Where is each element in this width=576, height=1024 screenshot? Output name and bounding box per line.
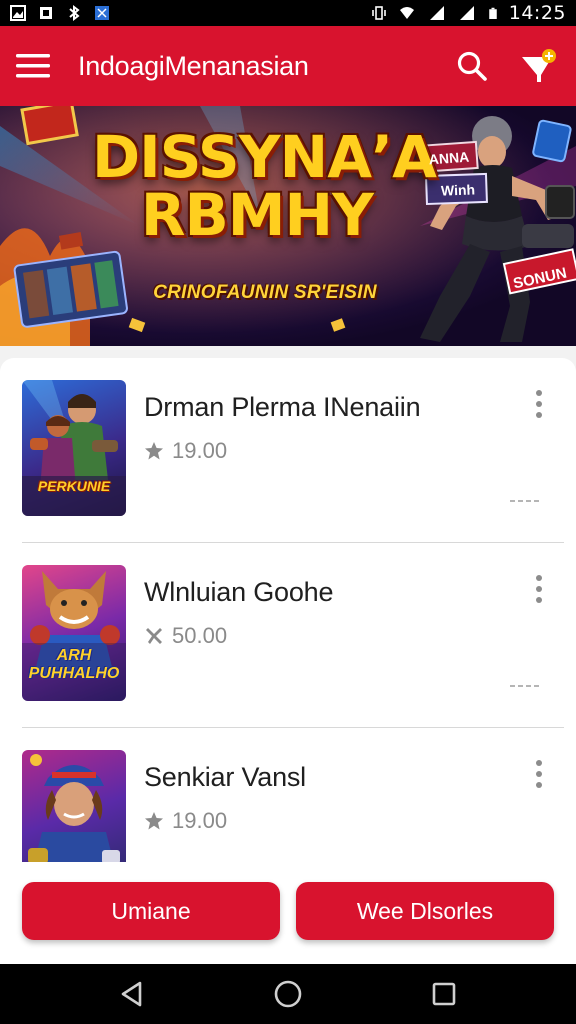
app-screen: 14:25 Indoagi​Menanasian	[0, 0, 576, 1024]
item-rating: 19.00	[144, 808, 227, 834]
app-bar: Indoagi​Menanasian	[0, 26, 576, 106]
navigation-bar	[0, 964, 576, 1024]
cart-icon	[522, 49, 556, 82]
game-thumbnail[interactable]	[22, 750, 126, 880]
back-icon	[121, 981, 142, 1007]
app-title: Indoagi​Menanasian	[78, 50, 309, 81]
thumbnail-label: PERKUNIE	[37, 478, 111, 494]
banner-title-line2: RBMHY	[140, 181, 374, 249]
item-title: Senkiar Vansl	[144, 762, 306, 792]
banner-title-line1: DISSYNAʼA	[92, 123, 437, 191]
game-thumbnail[interactable]: ARH PUHHALHO	[22, 565, 126, 701]
thumbnail-label: ARH PUHHALHO	[28, 647, 120, 682]
faint-dots	[510, 500, 539, 502]
more-dot	[536, 597, 542, 603]
more-dot	[536, 412, 542, 418]
thumbnail-artwork	[28, 754, 120, 880]
item-rating: 50.00	[144, 623, 227, 649]
battery-icon	[488, 7, 497, 19]
bluetooth-icon	[69, 5, 80, 21]
more-dot	[536, 760, 542, 766]
star-icon	[145, 812, 163, 830]
more-dot	[536, 782, 542, 788]
game-thumbnail[interactable]: PERKUNIE	[22, 380, 126, 516]
item-rating: 19.00	[144, 438, 227, 464]
banner-title: DISSYNAʼA RBMHY	[92, 123, 437, 249]
star-icon	[145, 442, 163, 460]
back-button[interactable]	[112, 974, 152, 1014]
rating-value: 50.00	[172, 623, 228, 648]
more-dot	[536, 771, 542, 777]
vibrate-icon	[371, 6, 386, 20]
more-dot	[536, 401, 542, 407]
list-item[interactable]: PERKUNIE Drman Plerma INenaiin 19.00	[0, 358, 576, 542]
thumbnail-artwork	[22, 380, 126, 516]
image-icon	[10, 5, 26, 21]
wifi-icon	[399, 7, 414, 19]
usb-icon	[40, 7, 52, 19]
more-options-button[interactable]	[526, 571, 552, 607]
banner-subtitle: CRINOFAUNIN SR'EISIN	[153, 282, 377, 303]
faint-dots	[510, 685, 539, 687]
recents-button[interactable]	[424, 974, 464, 1014]
home-button[interactable]	[268, 974, 308, 1014]
status-bar: 14:25	[0, 0, 576, 26]
banner-sign-2: Winh	[440, 181, 476, 199]
right-action-button[interactable]: Wee Dlsorles	[296, 882, 554, 940]
search-icon	[457, 51, 487, 81]
more-dot	[536, 390, 542, 396]
recents-icon	[432, 982, 456, 1006]
more-dot	[536, 575, 542, 581]
item-title: Drman Plerma INenaiin	[144, 392, 421, 422]
more-options-button[interactable]	[526, 386, 552, 422]
rating-value: 19.00	[172, 438, 228, 463]
action-bar: Umiane Wee Dlsorles	[0, 862, 576, 970]
tag-icon	[95, 6, 109, 20]
rating-value: 19.00	[172, 808, 228, 833]
more-options-button[interactable]	[526, 756, 552, 792]
menu-button[interactable]	[0, 26, 66, 106]
home-icon	[274, 980, 302, 1008]
signal-icon	[459, 6, 474, 20]
tools-icon	[146, 628, 162, 644]
search-button[interactable]	[448, 42, 496, 90]
signal-icon	[429, 6, 444, 20]
hamburger-icon	[16, 54, 50, 78]
promo-banner[interactable]: DISSYNAʼA RBMHY CRINOFAUNIN SR'EISIN ANN…	[0, 106, 576, 346]
cart-button[interactable]	[512, 40, 566, 94]
left-action-button[interactable]: Umiane	[22, 882, 280, 940]
list-item[interactable]: ARH PUHHALHO Wlnluian Goohe 50.00	[0, 543, 576, 727]
more-dot	[536, 586, 542, 592]
clock: 14:25	[508, 2, 566, 24]
item-title: Wlnluian Goohe	[144, 577, 334, 607]
